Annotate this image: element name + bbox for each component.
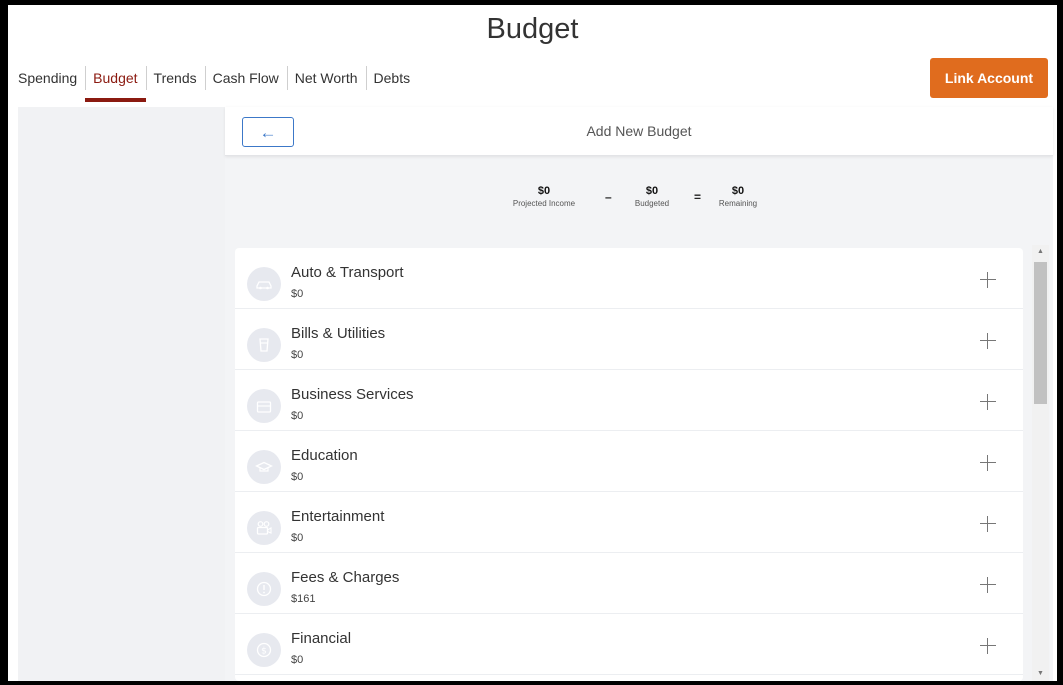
- car-icon: [247, 267, 281, 301]
- projected-income-value: $0: [537, 185, 551, 197]
- budgeted-label: Budgeted: [634, 199, 670, 208]
- budgeted: $0 Budgeted: [627, 185, 677, 209]
- category-name: Bills & Utilities: [291, 325, 386, 342]
- category-amount: $161: [291, 593, 316, 605]
- category-name: Entertainment: [291, 508, 385, 525]
- equals-sign: =: [694, 190, 702, 204]
- category-row-education[interactable]: Education $0: [235, 431, 1023, 492]
- tab-budget[interactable]: Budget: [85, 61, 146, 102]
- category-list: Auto & Transport $0 Bills & Utilities $0: [235, 248, 1023, 681]
- briefcase-icon: [247, 389, 281, 423]
- tab-net-worth[interactable]: Net Worth: [286, 61, 366, 95]
- tab-debts[interactable]: Debts: [365, 61, 419, 95]
- graduation-cap-icon: [247, 450, 281, 484]
- category-name: Financial: [291, 630, 352, 647]
- category-row-financial[interactable]: $ Financial $0: [235, 614, 1023, 675]
- category-name: Fees & Charges: [291, 569, 400, 586]
- category-row-business-services[interactable]: Business Services $0: [235, 370, 1023, 431]
- add-icon[interactable]: [979, 515, 997, 533]
- remaining-value: $0: [731, 185, 745, 197]
- link-account-button[interactable]: Link Account: [930, 58, 1048, 98]
- panel-title: Add New Budget: [586, 123, 692, 139]
- tab-trends[interactable]: Trends: [145, 61, 205, 95]
- cup-icon: [247, 328, 281, 362]
- budget-summary: $0 Projected Income – $0 Budgeted = $0 R…: [225, 185, 1053, 219]
- projected-income: $0 Projected Income: [504, 185, 584, 209]
- arrow-left-icon: ←: [259, 122, 277, 142]
- category-amount: $0: [291, 288, 304, 300]
- category-row-entertainment[interactable]: Entertainment $0: [235, 492, 1023, 553]
- add-icon[interactable]: [979, 393, 997, 411]
- projected-income-label: Projected Income: [512, 199, 576, 208]
- add-icon[interactable]: [979, 637, 997, 655]
- category-name: Business Services: [291, 386, 414, 403]
- svg-text:$: $: [261, 647, 267, 657]
- active-tab-underline: [85, 98, 146, 102]
- scrollbar[interactable]: ▲ ▼: [1032, 245, 1049, 681]
- scroll-down-arrow[interactable]: ▼: [1032, 667, 1049, 681]
- add-icon[interactable]: [979, 332, 997, 350]
- scroll-up-arrow[interactable]: ▲: [1032, 245, 1049, 259]
- tab-cash-flow[interactable]: Cash Flow: [204, 61, 287, 95]
- content-area: Add New Budget ← $0 Projected Income – $…: [18, 107, 1053, 681]
- category-row-bills-utilities[interactable]: Bills & Utilities $0: [235, 309, 1023, 370]
- budgeted-value: $0: [645, 185, 659, 197]
- add-icon[interactable]: [979, 454, 997, 472]
- film-camera-icon: [247, 511, 281, 545]
- remaining-label: Remaining: [718, 199, 758, 208]
- back-button[interactable]: ←: [242, 117, 294, 147]
- page-title: Budget: [486, 13, 579, 45]
- alert-circle-icon: [247, 572, 281, 606]
- minus-sign: –: [605, 190, 612, 204]
- category-name: Education: [291, 447, 358, 464]
- add-icon[interactable]: [979, 271, 997, 289]
- category-amount: $0: [291, 349, 304, 361]
- add-icon[interactable]: [979, 576, 997, 594]
- scroll-thumb[interactable]: [1034, 262, 1047, 404]
- category-name: Auto & Transport: [291, 264, 404, 281]
- category-amount: $0: [291, 532, 304, 544]
- app-frame: Budget Spending Budget Trends Cash Flow …: [8, 5, 1057, 681]
- category-amount: $0: [291, 410, 304, 422]
- dollar-coin-icon: $: [247, 633, 281, 667]
- tab-spending[interactable]: Spending: [8, 61, 85, 95]
- category-row-auto-transport[interactable]: Auto & Transport $0: [235, 248, 1023, 309]
- panel-header: Add New Budget ←: [225, 107, 1053, 156]
- category-amount: $0: [291, 471, 304, 483]
- add-budget-panel: Add New Budget ← $0 Projected Income – $…: [225, 107, 1053, 681]
- tab-bar: Spending Budget Trends Cash Flow Net Wor…: [8, 61, 418, 107]
- category-amount: $0: [291, 654, 304, 666]
- remaining: $0 Remaining: [713, 185, 763, 209]
- category-row-fees-charges[interactable]: Fees & Charges $161: [235, 553, 1023, 614]
